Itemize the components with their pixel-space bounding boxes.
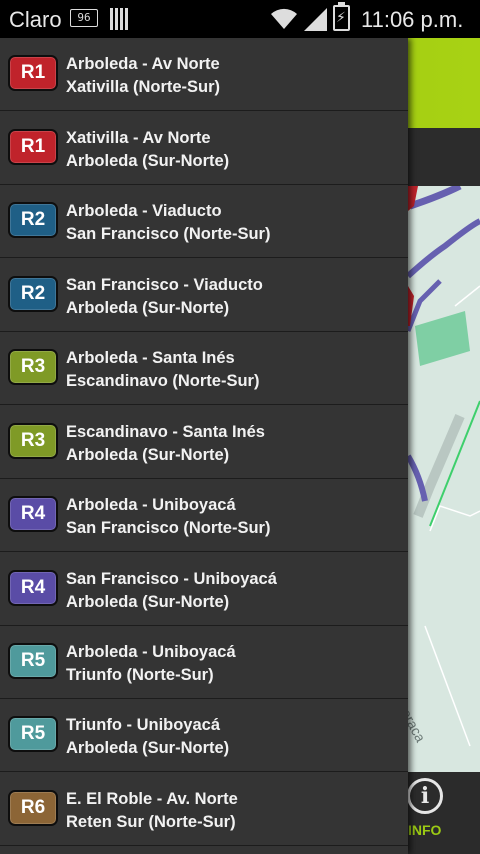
route-name: San Francisco - Uniboyacá	[66, 570, 277, 588]
clock: 11:06 p.m.	[361, 7, 464, 32]
route-name: Arboleda - Uniboyacá	[66, 643, 236, 661]
wifi-icon	[271, 8, 297, 29]
status-bar: Claro 96 ⚡ 11:06 p.m.	[0, 0, 480, 38]
route-name: Arboleda - Viaducto	[66, 202, 222, 220]
route-item[interactable]: R1 Xativilla - Av Norte Arboleda (Sur-No…	[0, 112, 408, 185]
route-item[interactable]: R5 Arboleda - Uniboyacá Triunfo (Norte-S…	[0, 626, 408, 699]
sd-card-icon	[110, 8, 128, 30]
route-name: Triunfo - Uniboyacá	[66, 716, 221, 734]
route-item[interactable]: R1 Arboleda - Av Norte Xativilla (Norte-…	[0, 38, 408, 111]
notification-badge-icon: 96	[70, 9, 98, 27]
info-label: INFO	[408, 822, 442, 838]
route-item[interactable]: R4 Arboleda - Uniboyacá San Francisco (N…	[0, 479, 408, 552]
route-name: San Francisco - Viaducto	[66, 276, 263, 294]
route-item[interactable]: R3 Escandinavo - Santa Inés Arboleda (Su…	[0, 406, 408, 479]
route-badge: R4	[8, 570, 58, 606]
info-icon: i	[407, 778, 443, 814]
route-name: Arboleda - Santa Inés	[66, 349, 235, 367]
routes-drawer: R1 Arboleda - Av Norte Xativilla (Norte-…	[0, 38, 408, 854]
route-name: Arboleda - Av Norte	[66, 55, 220, 73]
signal-icon	[304, 8, 327, 31]
route-direction: San Francisco (Norte-Sur)	[66, 519, 271, 537]
route-badge: R2	[8, 202, 58, 238]
route-direction: Arboleda (Sur-Norte)	[66, 739, 230, 757]
route-item[interactable]: R6 E. El Roble - Av. Norte Reten Sur (No…	[0, 773, 408, 846]
route-direction: Arboleda (Sur-Norte)	[66, 593, 230, 611]
route-direction: Xativilla (Norte-Sur)	[66, 78, 221, 96]
route-direction: Arboleda (Sur-Norte)	[66, 152, 230, 170]
route-item[interactable]: R2 Arboleda - Viaducto San Francisco (No…	[0, 185, 408, 258]
route-name: Arboleda - Uniboyacá	[66, 496, 236, 514]
carrier-name: Claro	[9, 7, 62, 32]
route-badge: R3	[8, 349, 58, 385]
route-badge: R1	[8, 55, 58, 91]
route-name: Xativilla - Av Norte	[66, 129, 211, 147]
route-badge: R4	[8, 496, 58, 532]
route-direction: Escandinavo (Norte-Sur)	[66, 372, 260, 390]
route-badge: R2	[8, 276, 58, 312]
route-name: E. El Roble - Av. Norte	[66, 790, 238, 808]
route-badge: R5	[8, 716, 58, 752]
route-direction: Arboleda (Sur-Norte)	[66, 299, 230, 317]
route-direction: Triunfo (Norte-Sur)	[66, 666, 214, 684]
route-item[interactable]: R2 San Francisco - Viaducto Arboleda (Su…	[0, 259, 408, 332]
route-direction: San Francisco (Norte-Sur)	[66, 225, 271, 243]
route-badge: R1	[8, 129, 58, 165]
route-badge: R3	[8, 423, 58, 459]
route-direction: Arboleda (Sur-Norte)	[66, 446, 230, 464]
route-item[interactable]: R5 Triunfo - Uniboyacá Arboleda (Sur-Nor…	[0, 699, 408, 772]
info-button[interactable]: i INFO	[405, 778, 475, 848]
route-direction: Reten Sur (Norte-Sur)	[66, 813, 236, 831]
battery-icon: ⚡	[333, 2, 350, 31]
route-name: Escandinavo - Santa Inés	[66, 423, 265, 441]
route-item[interactable]: R3 Arboleda - Santa Inés Escandinavo (No…	[0, 332, 408, 405]
route-badge: R5	[8, 643, 58, 679]
route-item[interactable]: R4 San Francisco - Uniboyacá Arboleda (S…	[0, 553, 408, 626]
route-badge: R6	[8, 790, 58, 826]
